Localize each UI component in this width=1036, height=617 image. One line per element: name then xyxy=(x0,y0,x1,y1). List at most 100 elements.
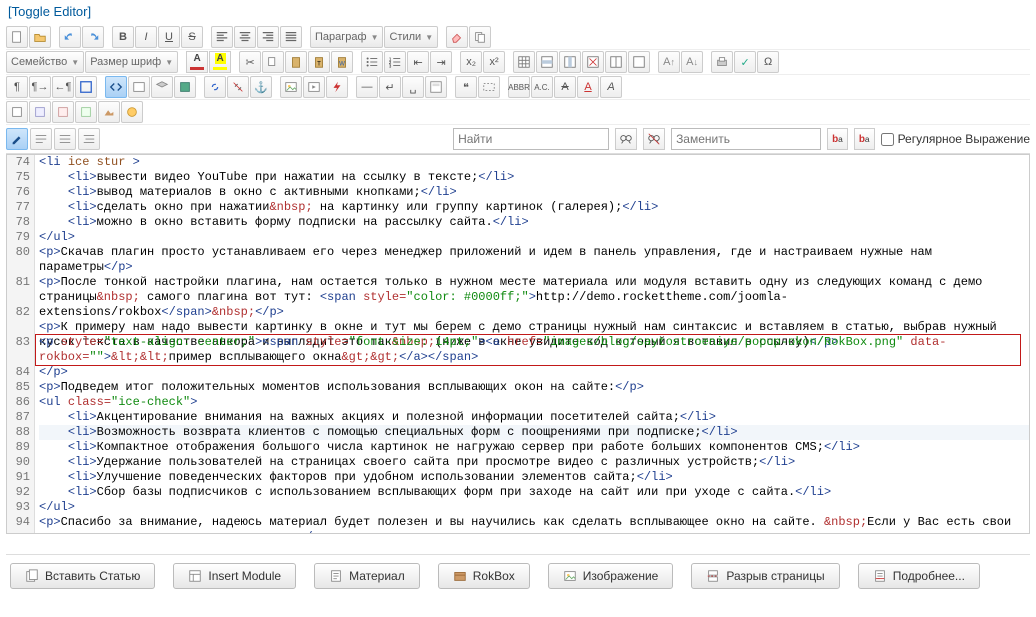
paragraph-select[interactable]: Параграф▼ xyxy=(310,26,383,48)
table-col-icon[interactable] xyxy=(559,51,581,73)
align-left-icon[interactable] xyxy=(211,26,233,48)
ltr-icon[interactable]: ¶→ xyxy=(29,76,51,98)
omega-icon[interactable]: Ω xyxy=(757,51,779,73)
paste-text-icon[interactable]: T xyxy=(308,51,330,73)
insert-article-button[interactable]: Вставить Статью xyxy=(10,563,155,589)
pagebreak-button[interactable]: Разрыв страницы xyxy=(691,563,839,589)
media-icon[interactable] xyxy=(303,76,325,98)
pilcrow-icon[interactable]: ¶ xyxy=(6,76,28,98)
font-family-select[interactable]: Семейство▼ xyxy=(6,51,84,73)
copy-icon[interactable] xyxy=(262,51,284,73)
underline-icon[interactable]: U xyxy=(158,26,180,48)
svg-text:3: 3 xyxy=(389,63,392,68)
material-button[interactable]: Материал xyxy=(314,563,420,589)
cite-icon[interactable]: A xyxy=(600,76,622,98)
copy-format-icon[interactable] xyxy=(469,26,491,48)
table-merge-icon[interactable] xyxy=(628,51,650,73)
table-icon[interactable] xyxy=(513,51,535,73)
tool-a-icon[interactable] xyxy=(6,101,28,123)
layers-icon[interactable] xyxy=(151,76,173,98)
a-up-icon[interactable]: A↑ xyxy=(658,51,680,73)
toolbar-row-1: B I U S Параграф▼ Стили▼ xyxy=(6,25,1030,50)
spellcheck-icon[interactable]: ✓ xyxy=(734,51,756,73)
bold-icon[interactable]: B xyxy=(112,26,134,48)
sup-icon[interactable]: x² xyxy=(483,51,505,73)
table-del-icon[interactable] xyxy=(582,51,604,73)
font-size-select[interactable]: Размер шриф▼ xyxy=(85,51,178,73)
abbr-icon[interactable]: ABBR xyxy=(508,76,530,98)
rtl-icon[interactable]: ←¶ xyxy=(52,76,74,98)
table-row-icon[interactable] xyxy=(536,51,558,73)
mode-edit-icon[interactable] xyxy=(6,128,28,150)
unlink-icon[interactable] xyxy=(227,76,249,98)
break-icon[interactable]: ↵ xyxy=(379,76,401,98)
paste-word-icon[interactable]: W xyxy=(331,51,353,73)
align-center-icon[interactable] xyxy=(234,26,256,48)
flash-icon[interactable] xyxy=(326,76,348,98)
new-doc-icon[interactable] xyxy=(6,26,28,48)
paste-icon[interactable] xyxy=(285,51,307,73)
del-icon[interactable]: A xyxy=(554,76,576,98)
align-justify-icon[interactable] xyxy=(280,26,302,48)
cut-icon[interactable]: ✂ xyxy=(239,51,261,73)
toolbar-row-4 xyxy=(6,100,1030,125)
rokbox-button[interactable]: RokBox xyxy=(438,563,530,589)
readmore-button[interactable]: Подробнее... xyxy=(858,563,980,589)
redo-icon[interactable] xyxy=(82,26,104,48)
text-color-icon[interactable]: A xyxy=(186,51,208,73)
hr-icon[interactable]: — xyxy=(356,76,378,98)
insert-module-button[interactable]: Insert Module xyxy=(173,563,296,589)
ol-icon[interactable]: 123 xyxy=(384,51,406,73)
find-replace-bar: ba ba Регулярное Выражение xyxy=(6,125,1030,154)
tool-e-icon[interactable] xyxy=(98,101,120,123)
a-down-icon[interactable]: A↓ xyxy=(681,51,703,73)
tool-f-icon[interactable] xyxy=(121,101,143,123)
preview-icon[interactable] xyxy=(128,76,150,98)
svg-text:W: W xyxy=(339,61,345,68)
tool-b-icon[interactable] xyxy=(29,101,51,123)
outdent-icon[interactable]: ⇤ xyxy=(407,51,429,73)
indent-icon[interactable]: ⇥ xyxy=(430,51,452,73)
eraser-icon[interactable] xyxy=(446,26,468,48)
toolbar-row-2: Семейство▼ Размер шриф▼ A A ✂ T W 123 ⇤ … xyxy=(6,50,1030,75)
print-icon[interactable] xyxy=(711,51,733,73)
table-split-icon[interactable] xyxy=(605,51,627,73)
fullscreen-icon[interactable] xyxy=(75,76,97,98)
code-editor[interactable]: 7475767778798081828384858687888990919293… xyxy=(6,154,1030,534)
mode-format-icon[interactable] xyxy=(78,128,100,150)
find-input[interactable] xyxy=(453,128,609,150)
ins-icon[interactable]: A xyxy=(577,76,599,98)
save-icon[interactable] xyxy=(174,76,196,98)
image-icon[interactable] xyxy=(280,76,302,98)
find-next-icon[interactable] xyxy=(615,128,637,150)
source-icon[interactable] xyxy=(105,76,127,98)
image-button[interactable]: Изображение xyxy=(548,563,674,589)
replace-all-icon[interactable]: ba xyxy=(854,128,875,150)
bg-color-icon[interactable]: A xyxy=(209,51,231,73)
template-icon[interactable] xyxy=(425,76,447,98)
acr-icon[interactable]: A.C. xyxy=(531,76,553,98)
svg-text:T: T xyxy=(317,61,321,68)
quote-icon[interactable]: ❝ xyxy=(455,76,477,98)
anchor-icon[interactable]: ⚓ xyxy=(250,76,272,98)
tool-c-icon[interactable] xyxy=(52,101,74,123)
styles-select[interactable]: Стили▼ xyxy=(384,26,438,48)
align-right-icon[interactable] xyxy=(257,26,279,48)
nbsp-icon[interactable]: ␣ xyxy=(402,76,424,98)
ul-icon[interactable] xyxy=(361,51,383,73)
find-prev-icon[interactable] xyxy=(643,128,665,150)
undo-icon[interactable] xyxy=(59,26,81,48)
replace-one-icon[interactable]: ba xyxy=(827,128,848,150)
italic-icon[interactable]: I xyxy=(135,26,157,48)
strike-icon[interactable]: S xyxy=(181,26,203,48)
mode-wrap1-icon[interactable] xyxy=(30,128,52,150)
replace-input[interactable] xyxy=(671,128,821,150)
div-icon[interactable] xyxy=(478,76,500,98)
toggle-editor-link[interactable]: [Toggle Editor] xyxy=(6,0,1030,25)
open-doc-icon[interactable] xyxy=(29,26,51,48)
mode-wrap2-icon[interactable] xyxy=(54,128,76,150)
tool-d-icon[interactable] xyxy=(75,101,97,123)
sub-icon[interactable]: x₂ xyxy=(460,51,482,73)
link-icon[interactable] xyxy=(204,76,226,98)
regex-checkbox[interactable]: Регулярное Выражение xyxy=(881,132,1030,146)
